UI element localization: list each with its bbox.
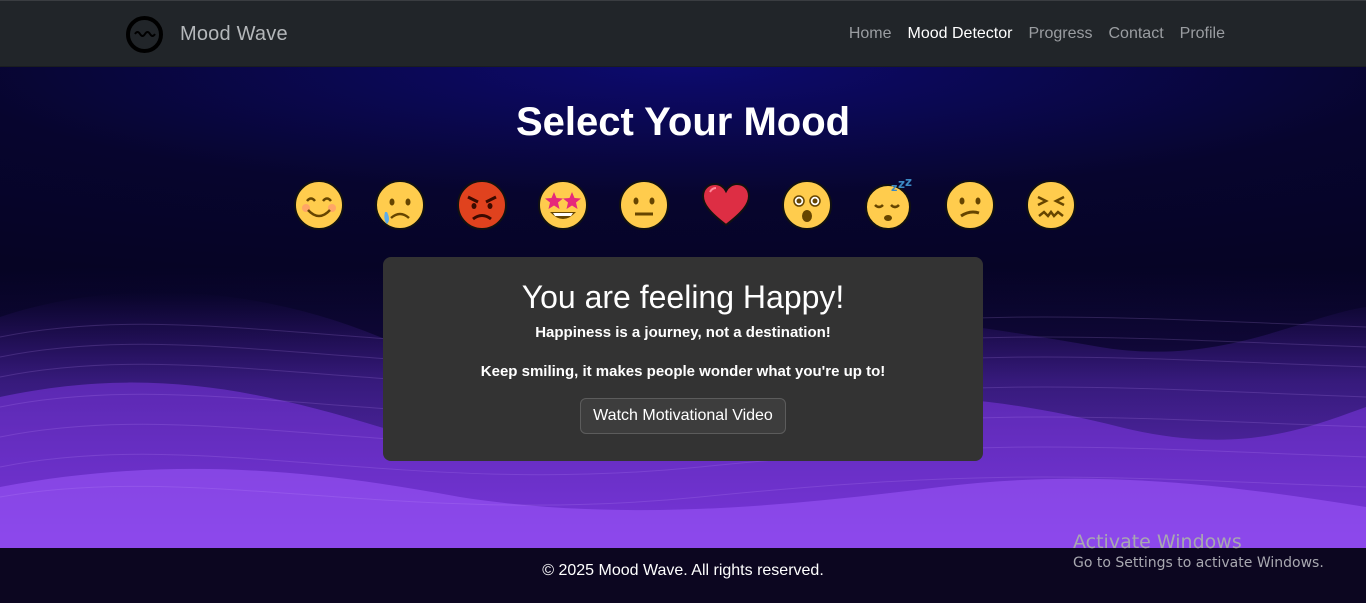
svg-text:z: z [905,178,912,189]
page-title: Select Your Mood [515,100,851,144]
windows-activation-watermark: Activate Windows Go to Settings to activ… [1073,531,1324,571]
svg-text:z: z [891,181,897,194]
nav-links: Home Mood Detector Progress Contact Prof… [841,25,1233,43]
nav-link-home[interactable]: Home [841,25,900,43]
mood-quote: Happiness is a journey, not a destinatio… [535,324,831,341]
brand[interactable]: Mood Wave [126,15,288,53]
navbar: Mood Wave Home Mood Detector Progress Co… [0,0,1366,67]
sleeping-face-icon[interactable]: z z z [859,176,917,234]
mood-result-card: You are feeling Happy! Happiness is a jo… [383,257,983,461]
star-struck-face-icon[interactable] [534,176,592,234]
astonished-face-icon[interactable] [778,176,836,234]
crying-face-icon[interactable] [371,176,429,234]
neutral-face-icon[interactable] [615,176,673,234]
copyright-text: © 2025 Mood Wave. All rights reserved. [542,562,824,579]
red-heart-icon[interactable] [697,176,755,234]
nav-link-profile[interactable]: Profile [1172,25,1233,43]
wave-logo-icon [126,15,163,53]
watermark-subtitle: Go to Settings to activate Windows. [1073,555,1324,571]
confused-face-icon[interactable] [941,176,999,234]
svg-text:z: z [898,178,905,191]
mood-tip: Keep smiling, it makes people wonder wha… [480,363,886,380]
brand-name: Mood Wave [180,22,288,45]
smiling-face-icon[interactable] [290,176,348,234]
nav-link-mood-detector[interactable]: Mood Detector [900,25,1021,43]
mood-selector: z z z [290,176,1080,234]
angry-face-icon[interactable] [453,176,511,234]
watermark-title: Activate Windows [1073,531,1242,553]
nav-link-contact[interactable]: Contact [1101,25,1172,43]
mood-result-title: You are feeling Happy! [521,279,845,315]
confounded-face-icon[interactable] [1022,176,1080,234]
nav-link-progress[interactable]: Progress [1020,25,1100,43]
watch-video-button[interactable]: Watch Motivational Video [580,398,786,434]
